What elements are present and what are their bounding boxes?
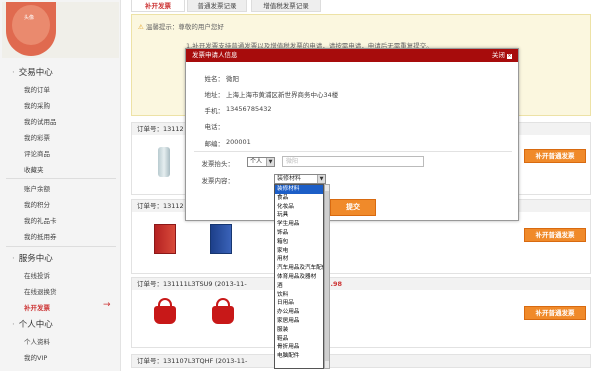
sidebar-item-profile[interactable]: 个人资料 [24, 336, 50, 346]
dropdown-option[interactable]: 酒 [275, 282, 323, 291]
dropdown-option[interactable]: 鞋品 [275, 335, 323, 344]
arrow-right-icon: → [103, 300, 111, 310]
product-image-bag[interactable] [154, 306, 176, 324]
reissue-invoice-button[interactable]: 补开普通发票 [524, 228, 586, 242]
sidebar-item-balance[interactable]: 账户余额 [24, 183, 50, 193]
order-header: 订单号：131107L3TQHF (2013-11- [131, 354, 591, 368]
invoice-content-select[interactable]: 装修材料 ▼ [274, 174, 326, 184]
avatar-caption: 头像 [24, 15, 35, 21]
product-image-book[interactable] [154, 224, 176, 254]
chevron-down-icon: ▼ [317, 175, 325, 183]
sidebar-item-coupons[interactable]: 我的抵用券 [24, 231, 57, 241]
bullet-icon: · [12, 68, 15, 78]
dropdown-option[interactable]: 饰品 [275, 229, 323, 238]
address-label: 地址： [204, 91, 225, 99]
zip-value: 200001 [226, 138, 251, 146]
product-image-book[interactable] [210, 224, 232, 254]
dropdown-option[interactable]: 食品 [275, 194, 323, 203]
dropdown-option[interactable]: 骨折用品 [275, 343, 323, 352]
notice-title: ⚠ 温馨提示：尊敬的用户您好 [138, 23, 224, 31]
section-title-personal: · 个人中心 [12, 320, 53, 330]
name-value: 微阳 [226, 75, 239, 83]
sidebar-divider [6, 246, 116, 247]
invoice-content-label: 发票内容： [201, 177, 235, 185]
sidebar-item-giftcards[interactable]: 我的礼品卡 [24, 215, 57, 225]
name-label: 姓名： [204, 75, 225, 83]
invoice-title-label: 发票抬头： [201, 160, 235, 168]
mobile-label: 手机： [204, 107, 225, 115]
bullet-icon: · [12, 320, 15, 330]
sidebar-item-reviews[interactable]: 评论商品 [24, 148, 50, 158]
reissue-invoice-button[interactable]: 补开普通发票 [524, 306, 586, 320]
info-icon: ⚠ [138, 23, 144, 31]
invoice-content-dropdown[interactable]: 装修材料 食品 化妆品 玩具 学生用品 饰品 箱包 家电 用材 汽车用品及汽车配… [274, 184, 324, 369]
dropdown-option[interactable]: 学生用品 [275, 220, 323, 229]
scrollbar-thumb[interactable] [325, 191, 329, 361]
avatar[interactable]: 头像 [6, 2, 56, 56]
sidebar-item-points[interactable]: 我的积分 [24, 199, 50, 209]
chevron-down-icon: ▼ [266, 158, 274, 166]
bullet-icon: · [12, 254, 15, 264]
tab-reissue-invoice[interactable]: 补开发票 [131, 0, 185, 12]
dropdown-option[interactable]: 化妆品 [275, 203, 323, 212]
avatar-image [12, 5, 50, 45]
sidebar-item-complaint[interactable]: 在线投诉 [24, 270, 50, 280]
avatar-box: 头像 [2, 2, 119, 58]
sidebar-item-lottery[interactable]: 我的彩票 [24, 132, 50, 142]
dropdown-option[interactable]: 家电 [275, 247, 323, 256]
mobile-value: 13456785432 [226, 105, 272, 113]
dropdown-option[interactable]: 汽车用品及汽车配件 [275, 264, 323, 273]
dropdown-option[interactable]: 体育用品及器材 [275, 273, 323, 282]
sidebar-item-reissue-invoice[interactable]: 补开发票 [24, 302, 50, 312]
dropdown-option[interactable]: 饮料 [275, 291, 323, 300]
product-image-bag[interactable] [212, 306, 234, 324]
order-body: 补开普通发票 [131, 212, 591, 274]
close-button[interactable]: 关闭 × [492, 49, 512, 62]
reissue-invoice-button[interactable]: 补开普通发票 [524, 149, 586, 163]
section-title-trade: · 交易中心 [12, 68, 53, 78]
sidebar-item-trials[interactable]: 我的试用品 [24, 116, 57, 126]
invoice-applicant-dialog: 发票申请人信息 关闭 × 姓名： 微阳 地址： 上海上海市黄浦区新世界商务中心3… [185, 48, 519, 221]
dropdown-option[interactable]: 家居用品 [275, 317, 323, 326]
dialog-divider [194, 151, 512, 152]
close-icon: × [507, 53, 512, 59]
dropdown-option[interactable]: 办公用品 [275, 308, 323, 317]
address-value: 上海上海市黄浦区新世界商务中心34楼 [226, 91, 339, 99]
section-title-service: · 服务中心 [12, 254, 53, 264]
dialog-header: 发票申请人信息 关闭 × [186, 49, 518, 62]
dropdown-option[interactable]: 用材 [275, 255, 323, 264]
sidebar-divider [6, 178, 116, 179]
invoice-title-select[interactable]: 个人 ▼ [247, 157, 275, 167]
phone-label: 电话： [204, 123, 225, 131]
sidebar-item-orders[interactable]: 我的订单 [24, 84, 50, 94]
sidebar: 头像 · 交易中心 我的订单 我的采购 我的试用品 我的彩票 评论商品 收藏夹 账… [0, 0, 121, 371]
dropdown-option[interactable]: 箱包 [275, 238, 323, 247]
dropdown-option[interactable]: 电脑配件 [275, 352, 323, 361]
dropdown-option[interactable]: 装修材料 [275, 185, 323, 194]
product-image-bottle[interactable] [158, 147, 170, 177]
submit-button[interactable]: 提交 [330, 199, 376, 216]
dropdown-option[interactable]: 日用品 [275, 299, 323, 308]
sidebar-item-vip[interactable]: 我的VIP [24, 352, 47, 362]
dropdown-option[interactable]: 服装 [275, 326, 323, 335]
order-body: 补开普通发票 [131, 290, 591, 348]
tab-normal-invoice-records[interactable]: 普通发票记录 [187, 0, 247, 12]
invoice-title-input[interactable]: 微阳 [282, 156, 424, 167]
sidebar-item-returns[interactable]: 在线退换货 [24, 286, 57, 296]
order-header: 订单号：131111L3TSU9 (2013-11- 3.98 [131, 277, 591, 291]
sidebar-item-favorites[interactable]: 收藏夹 [24, 164, 44, 174]
tab-vat-invoice-records[interactable]: 增值税发票记录 [251, 0, 321, 12]
sidebar-item-purchases[interactable]: 我的采购 [24, 100, 50, 110]
dialog-title: 发票申请人信息 [192, 51, 238, 59]
dropdown-scrollbar[interactable] [324, 184, 330, 369]
zip-label: 邮编： [204, 140, 225, 148]
dropdown-option[interactable]: 玩具 [275, 211, 323, 220]
